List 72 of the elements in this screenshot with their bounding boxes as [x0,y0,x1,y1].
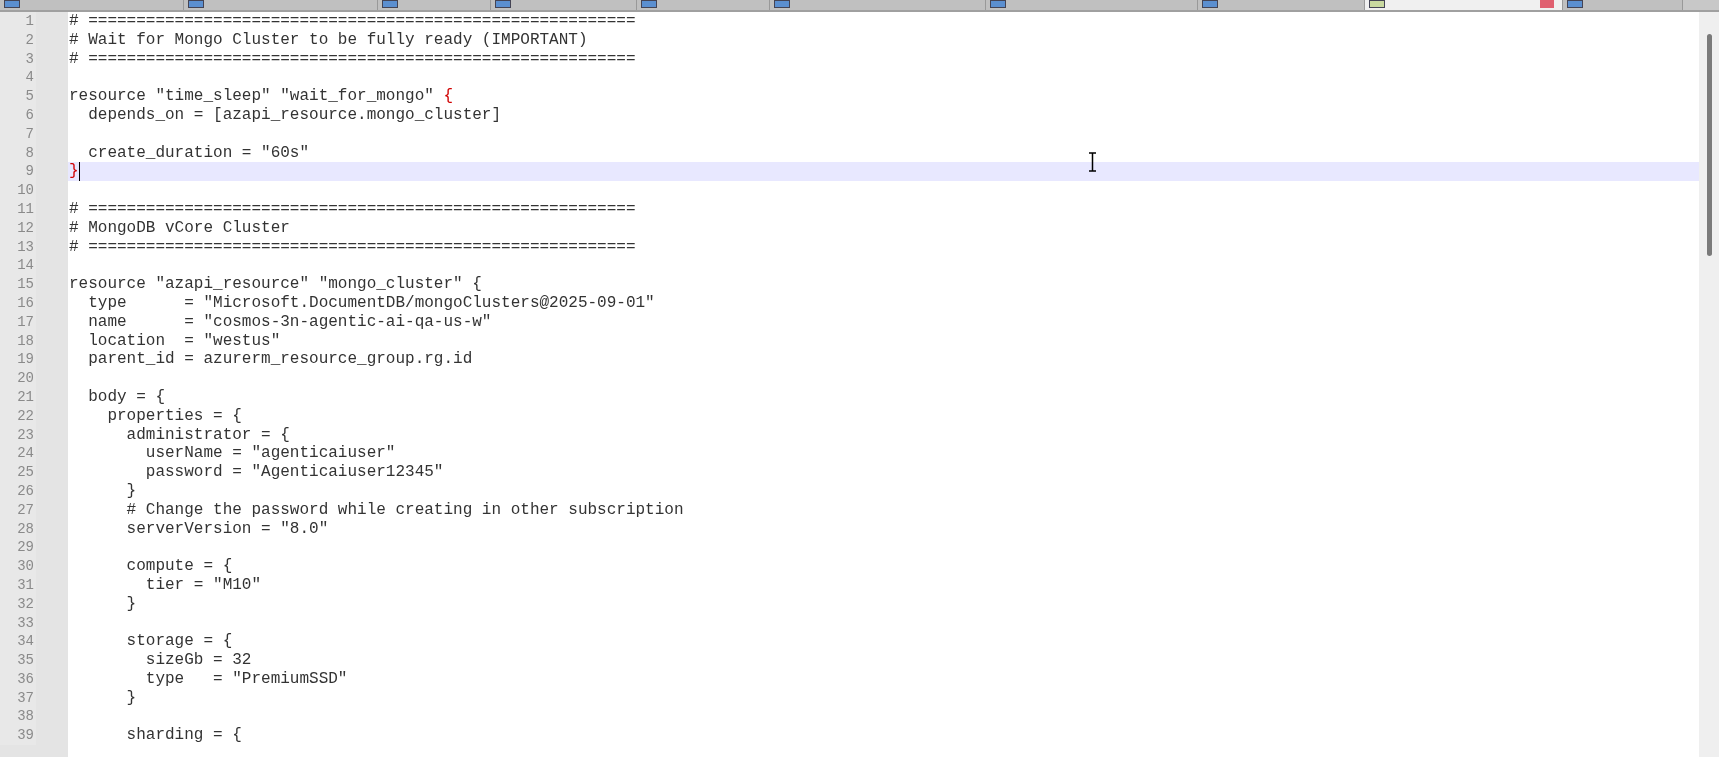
code-line: storage = { [125,632,233,652]
code-line: tier = "M10" [144,575,262,595]
code-line: resource "time_sleep" "wait_for_mongo" { [68,87,454,106]
file-icon [990,0,1006,8]
code-line: } [125,481,137,501]
file-icon [382,0,398,8]
line-number: 1 [0,12,36,31]
file-tab[interactable] [378,0,491,10]
code-line: type = "PremiumSSD" [144,669,348,689]
code-line: administrator = { [125,425,290,445]
line-number: 29 [0,538,36,558]
line-number: 15 [0,275,36,294]
code-line: properties = { [106,406,242,426]
line-number: 24 [0,444,36,464]
code-line: # ========================================================= [68,199,636,219]
file-tab[interactable] [491,0,637,10]
code-line: } [125,688,137,708]
line-number: 14 [0,256,36,276]
code-line: body = { [87,387,165,407]
file-tab[interactable] [0,0,184,10]
code-line: # ========================================================= [68,237,636,257]
line-number: 30 [0,557,36,576]
text-cursor [78,162,80,182]
file-tab[interactable] [1563,0,1683,10]
code-line: sizeGb = 32 [144,651,252,670]
line-number: 35 [0,651,36,670]
code-line: serverVersion = "8.0" [125,519,329,539]
code-line: compute = { [125,557,233,576]
file-icon [641,0,657,8]
line-number: 9 [0,162,36,182]
line-number: 4 [0,68,36,88]
code-line: name = "cosmos-3n-agentic-ai-qa-us-w" [87,312,492,332]
code-line: } [68,162,79,182]
file-tab[interactable] [986,0,1198,10]
file-icon [188,0,204,8]
text-select-cursor-icon [1088,152,1097,172]
code-line: # ========================================================= [68,12,636,31]
code-line: location = "westus" [87,331,281,351]
code-line: type = "Microsoft.DocumentDB/mongoClusters@2025-09-01" [87,293,655,313]
line-number: 19 [0,350,36,370]
code-line: parent_id = azurerm_resource_group.rg.id [87,350,473,370]
code-line: # Change the password while creating in other subscription [125,500,684,520]
file-icon [1567,0,1583,8]
line-number: 25 [0,463,36,482]
file-icon [495,0,511,8]
line-number: 39 [0,726,36,746]
code-line: # Wait for Mongo Cluster to be fully ready (IMPORTANT) [68,30,588,50]
scrollbar-thumb[interactable] [1706,34,1712,256]
file-tab[interactable] [1365,0,1563,10]
file-icon [1202,0,1218,8]
file-icon [1369,0,1385,8]
line-number: 20 [0,369,36,388]
code-line: } [125,594,137,614]
line-number: 5 [0,87,36,106]
code-line: depends_on = [azapi_resource.mongo_cluster] [87,106,502,125]
file-icon [4,0,20,8]
file-tab[interactable] [637,0,770,10]
code-line: # MongoDB vCore Cluster [68,218,290,238]
line-number: 38 [0,707,36,727]
vertical-scrollbar[interactable] [1699,12,1719,757]
code-line: resource "azapi_resource" "mongo_cluster" { [68,275,482,294]
file-tab[interactable] [1198,0,1365,10]
file-tab[interactable] [184,0,378,10]
code-line: password = "Agenticaiuser12345" [144,463,444,482]
code-line: userName = "agenticaiuser" [144,444,396,464]
file-tab[interactable] [770,0,986,10]
file-icon [774,0,790,8]
line-number: 34 [0,632,36,652]
line-number: 10 [0,181,36,200]
code-line: create_duration = "60s" [87,143,310,163]
code-line: # ========================================================= [68,49,636,69]
code-line: sharding = { [125,726,242,746]
